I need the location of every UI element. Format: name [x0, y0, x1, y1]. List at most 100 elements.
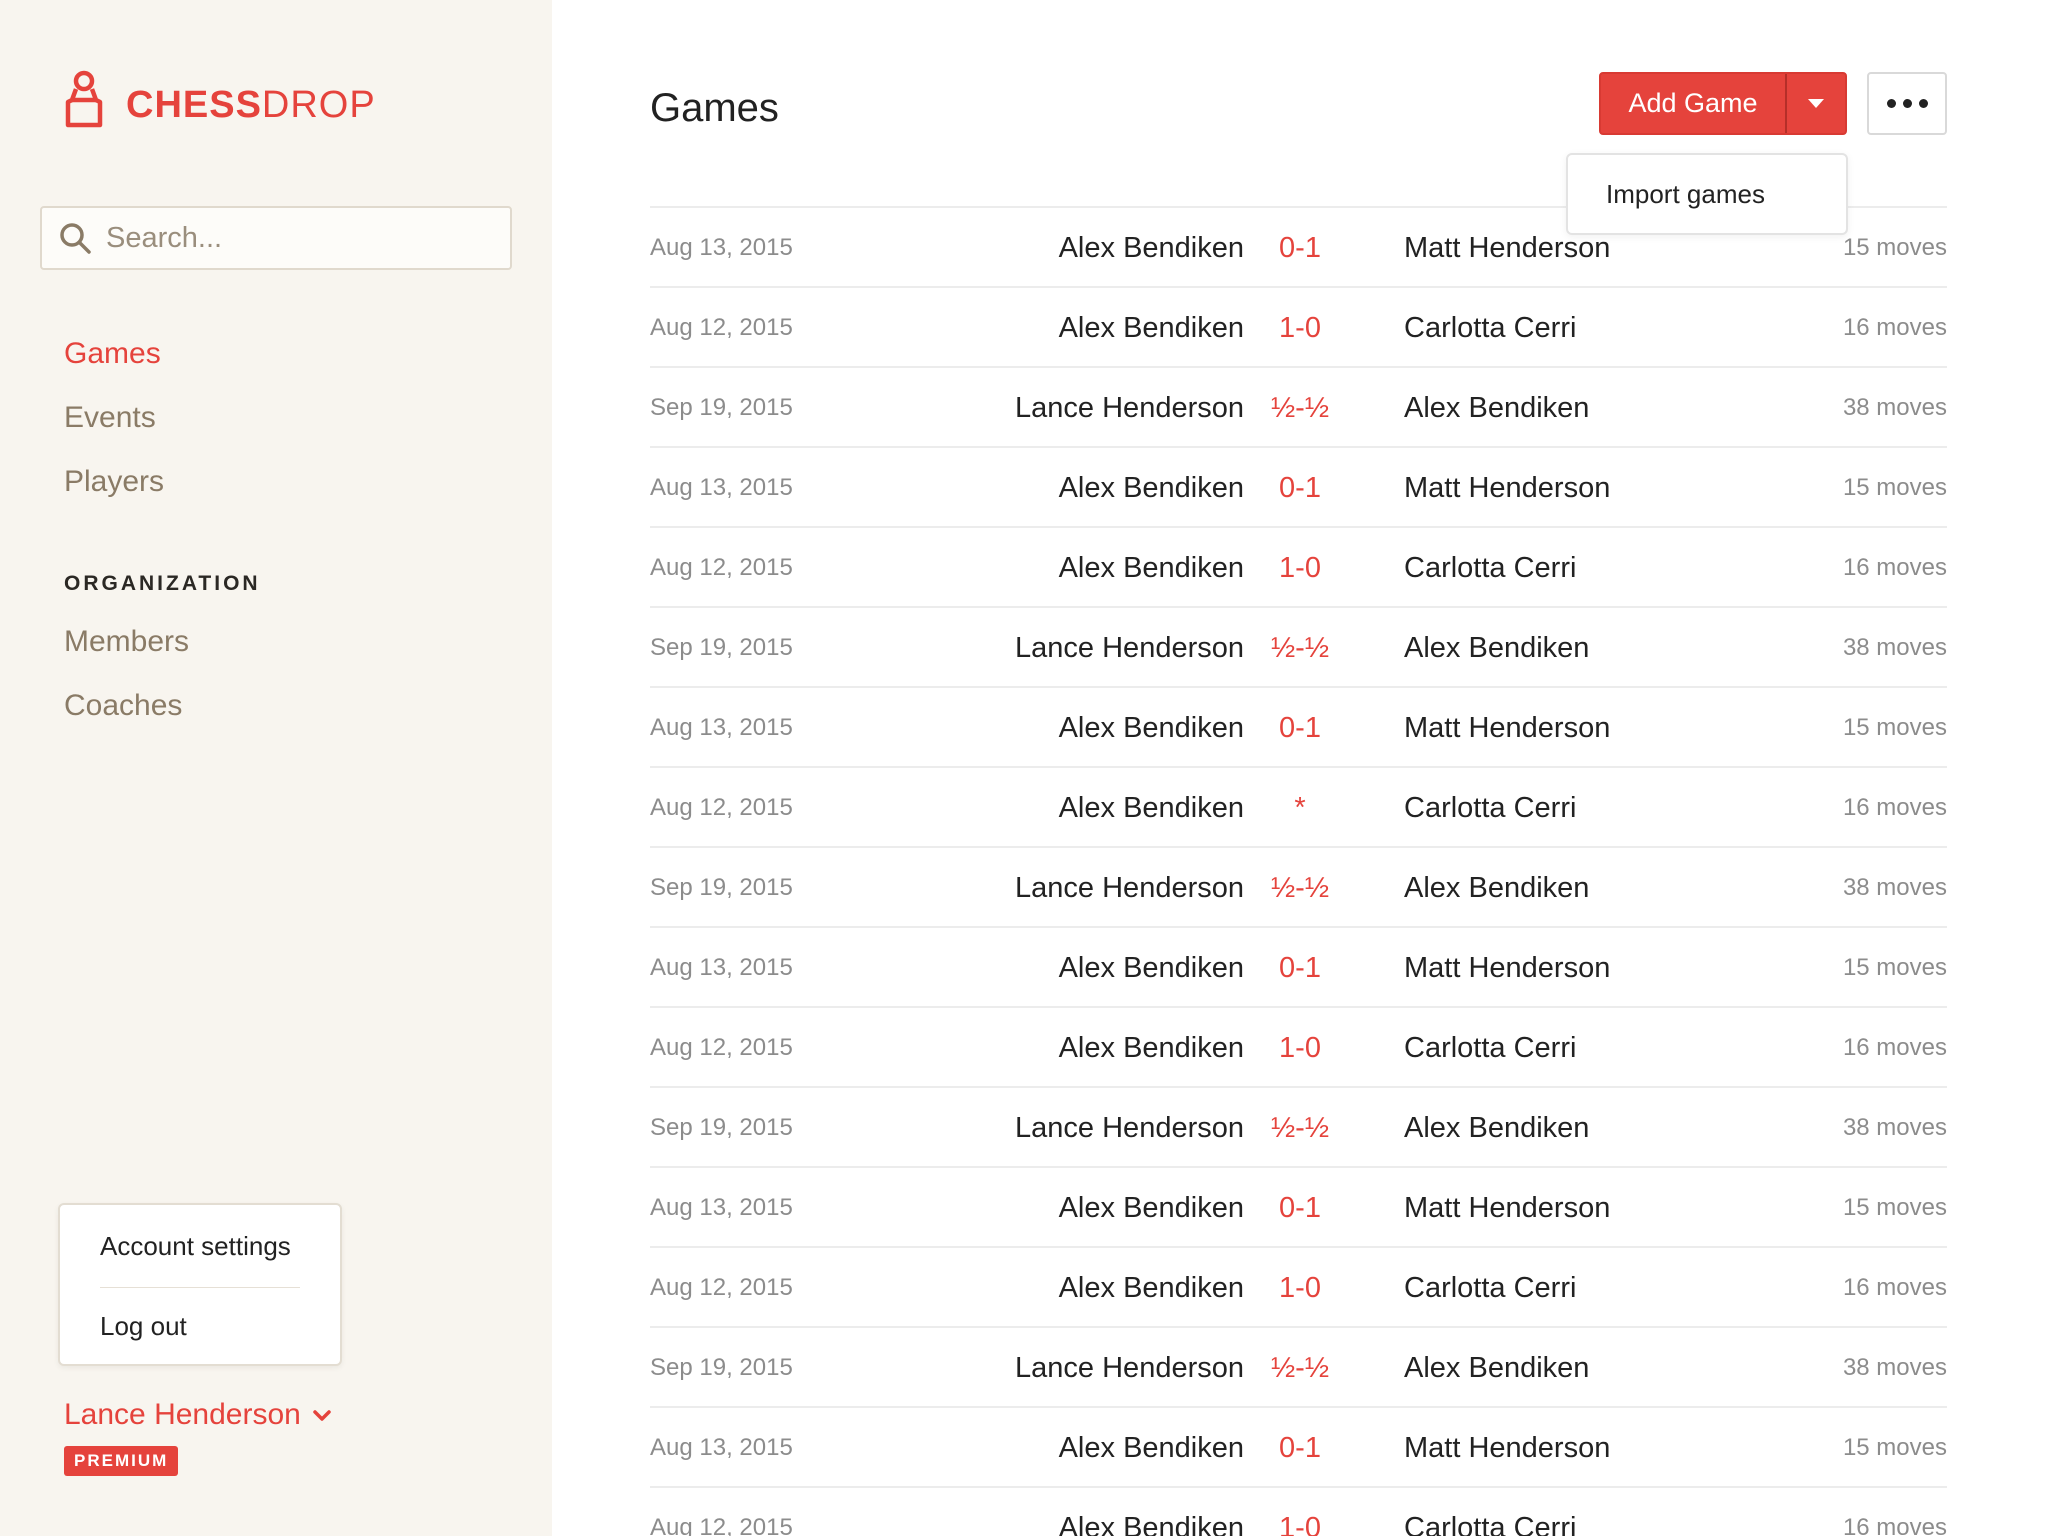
game-row[interactable]: Sep 19, 2015 Lance Henderson ½-½ Alex Bendi…: [650, 366, 1947, 446]
sidebar-item-members[interactable]: Members: [64, 625, 189, 659]
more-horizontal-icon: [1918, 99, 1928, 108]
sidebar-item-coaches[interactable]: Coaches: [64, 689, 182, 723]
game-result: 0-1: [1279, 1192, 1321, 1224]
game-row[interactable]: Aug 12, 2015 Alex Bendiken 1-0 Carlotta Cer…: [650, 1486, 1947, 1536]
game-date: Aug 12, 2015: [650, 1514, 793, 1536]
game-result: ½-½: [1270, 1352, 1330, 1384]
white-player: Alex Bendiken: [1058, 472, 1244, 504]
black-player: Carlotta Cerri: [1404, 1032, 1577, 1064]
game-row[interactable]: Aug 12, 2015 Alex Bendiken 1-0 Carlotta Cer…: [650, 286, 1947, 366]
move-count: 15 moves: [1842, 714, 1947, 741]
logo[interactable]: CHESSDROP: [64, 70, 376, 128]
black-player: Matt Henderson: [1404, 1192, 1611, 1224]
game-row[interactable]: Sep 19, 2015 Lance Henderson ½-½ Alex Bendi…: [650, 846, 1947, 926]
game-result: ½-½: [1270, 872, 1330, 904]
chess-pawn-icon: [65, 70, 103, 128]
game-date: Aug 13, 2015: [650, 1194, 793, 1221]
sidebar-item-events[interactable]: Events: [64, 401, 156, 435]
white-player: Alex Bendiken: [1058, 952, 1244, 984]
game-result: 1-0: [1279, 1512, 1321, 1536]
game-row[interactable]: Aug 12, 2015 Alex Bendiken * Carlotta Cerri…: [650, 766, 1947, 846]
game-row[interactable]: Sep 19, 2015 Lance Henderson ½-½ Alex Bendi…: [650, 1086, 1947, 1166]
move-count: 16 moves: [1842, 554, 1947, 581]
search-box[interactable]: [40, 206, 512, 270]
game-row[interactable]: Aug 13, 2015 Alex Bendiken 0-1 Matt Henders…: [650, 446, 1947, 526]
log-out-item[interactable]: Log out: [100, 1311, 187, 1342]
white-player: Alex Bendiken: [1058, 1432, 1244, 1464]
white-player: Lance Henderson: [1015, 872, 1244, 904]
game-result: ½-½: [1270, 392, 1330, 424]
move-count: 38 moves: [1842, 1114, 1947, 1141]
game-row[interactable]: Aug 13, 2015 Alex Bendiken 0-1 Matt Henders…: [650, 686, 1947, 766]
more-horizontal-icon: [1886, 99, 1896, 108]
move-count: 38 moves: [1842, 634, 1947, 661]
user-menu-toggle[interactable]: Lance Henderson: [64, 1398, 333, 1432]
account-settings-item[interactable]: Account settings: [100, 1231, 291, 1262]
game-result: 0-1: [1279, 232, 1321, 264]
game-result: *: [1294, 792, 1306, 824]
section-heading-organization: ORGANIZATION: [64, 572, 261, 595]
sidebar: CHESSDROP Games Events Players ORGANIZAT…: [0, 0, 552, 1536]
white-player: Alex Bendiken: [1058, 792, 1244, 824]
game-result: 1-0: [1279, 552, 1321, 584]
game-date: Sep 19, 2015: [650, 1114, 793, 1141]
game-result: 0-1: [1279, 1432, 1321, 1464]
game-date: Aug 12, 2015: [650, 794, 793, 821]
white-player: Alex Bendiken: [1058, 232, 1244, 264]
sidebar-item-games[interactable]: Games: [64, 337, 161, 371]
game-row[interactable]: Aug 13, 2015 Alex Bendiken 0-1 Matt Henders…: [650, 1166, 1947, 1246]
logo-text-bold: CHESS: [126, 84, 262, 126]
add-game-menu-button[interactable]: [1787, 74, 1845, 133]
move-count: 15 moves: [1842, 954, 1947, 981]
game-result: 1-0: [1279, 1272, 1321, 1304]
more-options-button[interactable]: [1867, 72, 1947, 135]
game-date: Aug 13, 2015: [650, 954, 793, 981]
more-horizontal-icon: [1902, 99, 1912, 108]
game-date: Aug 12, 2015: [650, 314, 793, 341]
game-date: Aug 13, 2015: [650, 714, 793, 741]
game-date: Aug 12, 2015: [650, 1034, 793, 1061]
sidebar-item-players[interactable]: Players: [64, 465, 164, 499]
game-row[interactable]: Aug 13, 2015 Alex Bendiken 0-1 Matt Henders…: [650, 1406, 1947, 1486]
game-result: 0-1: [1279, 472, 1321, 504]
logo-text-light: DROP: [261, 84, 376, 126]
white-player: Alex Bendiken: [1058, 312, 1244, 344]
user-name: Lance Henderson: [64, 1398, 301, 1431]
game-date: Sep 19, 2015: [650, 634, 793, 661]
black-player: Matt Henderson: [1404, 952, 1611, 984]
game-date: Aug 13, 2015: [650, 234, 793, 261]
white-player: Alex Bendiken: [1058, 1512, 1244, 1536]
caret-down-icon: [1808, 99, 1824, 108]
black-player: Alex Bendiken: [1404, 392, 1590, 424]
menu-divider: [100, 1287, 300, 1288]
game-row[interactable]: Aug 13, 2015 Alex Bendiken 0-1 Matt Henders…: [650, 926, 1947, 1006]
game-row[interactable]: Sep 19, 2015 Lance Henderson ½-½ Alex Bendi…: [650, 1326, 1947, 1406]
chevron-down-icon: [313, 1410, 331, 1421]
game-result: 1-0: [1279, 1032, 1321, 1064]
black-player: Carlotta Cerri: [1404, 312, 1577, 344]
white-player: Alex Bendiken: [1058, 1272, 1244, 1304]
game-result: ½-½: [1270, 632, 1330, 664]
add-game-button[interactable]: Add Game: [1601, 74, 1785, 133]
move-count: 15 moves: [1842, 1434, 1947, 1461]
move-count: 16 moves: [1842, 1514, 1947, 1536]
move-count: 15 moves: [1842, 234, 1947, 261]
white-player: Alex Bendiken: [1058, 1032, 1244, 1064]
account-menu: Account settings Log out: [58, 1203, 342, 1366]
game-date: Sep 19, 2015: [650, 394, 793, 421]
move-count: 16 moves: [1842, 1034, 1947, 1061]
white-player: Alex Bendiken: [1058, 712, 1244, 744]
premium-badge: PREMIUM: [64, 1446, 179, 1476]
move-count: 38 moves: [1842, 874, 1947, 901]
search-input[interactable]: [106, 221, 486, 255]
import-games-item[interactable]: Import games: [1606, 179, 1765, 210]
game-date: Aug 12, 2015: [650, 554, 793, 581]
game-date: Aug 13, 2015: [650, 1434, 793, 1461]
game-row[interactable]: Aug 12, 2015 Alex Bendiken 1-0 Carlotta Cer…: [650, 526, 1947, 606]
black-player: Matt Henderson: [1404, 472, 1611, 504]
white-player: Lance Henderson: [1015, 392, 1244, 424]
game-row[interactable]: Sep 19, 2015 Lance Henderson ½-½ Alex Bendi…: [650, 606, 1947, 686]
game-date: Sep 19, 2015: [650, 1354, 793, 1381]
game-row[interactable]: Aug 12, 2015 Alex Bendiken 1-0 Carlotta Cer…: [650, 1246, 1947, 1326]
game-row[interactable]: Aug 12, 2015 Alex Bendiken 1-0 Carlotta Cer…: [650, 1006, 1947, 1086]
